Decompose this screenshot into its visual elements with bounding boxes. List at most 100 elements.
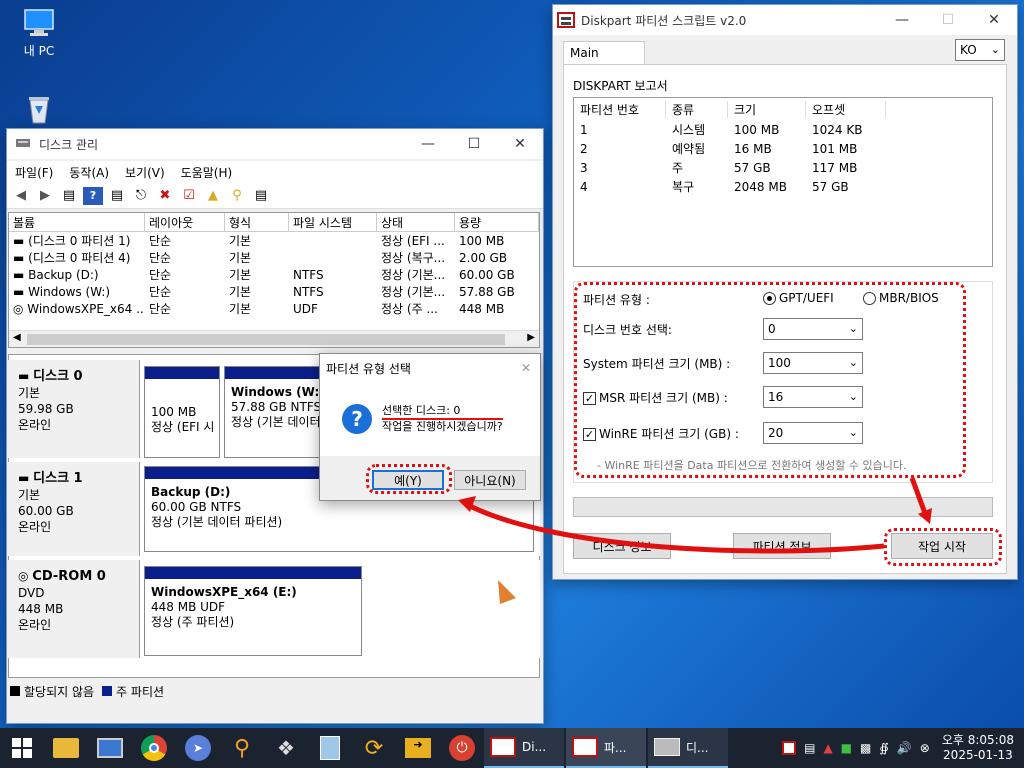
menu-file[interactable]: 파일(F) bbox=[7, 164, 61, 181]
disk-size: 59.98 GB bbox=[18, 402, 74, 416]
clock-date: 2025-01-13 bbox=[943, 748, 1013, 762]
usb-icon[interactable]: ∯ bbox=[879, 741, 888, 755]
up-folder-icon[interactable]: ▲ bbox=[203, 187, 223, 205]
connect-icon[interactable]: ⎋ bbox=[131, 187, 151, 205]
diskpart-tray-icon[interactable] bbox=[782, 741, 797, 755]
sync-app-button[interactable]: ⟳ bbox=[352, 728, 396, 768]
console-tree-icon[interactable]: ▤ bbox=[59, 187, 79, 205]
file-explorer-button[interactable] bbox=[44, 728, 88, 768]
volume-size: 100 MB bbox=[459, 233, 505, 248]
taskbar-task-partition[interactable]: 파... bbox=[566, 728, 646, 768]
chrome-button[interactable] bbox=[132, 728, 176, 768]
maximize-button[interactable]: ☐ bbox=[451, 129, 497, 159]
clock-time: 오후 8:05:08 bbox=[941, 733, 1014, 747]
legend-swatch-unallocated bbox=[10, 686, 20, 696]
task-label: 파... bbox=[604, 740, 627, 755]
disk-1-label[interactable]: ▬ 디스크 1 기본 60.00 GB 온라인 bbox=[8, 462, 140, 556]
column-header-status[interactable]: 상태 bbox=[377, 213, 455, 231]
column-header-type[interactable]: 형식 bbox=[225, 213, 289, 231]
scrollbar-thumb[interactable] bbox=[27, 334, 505, 345]
no-button[interactable]: 아니요(N) bbox=[454, 470, 526, 490]
volume-name: Windows (W:) bbox=[28, 284, 111, 299]
diskpart-title-bar[interactable]: Diskpart 파티션 스크립트 v2.0 — ☐ ✕ bbox=[553, 5, 1017, 35]
column-header-layout[interactable]: 레이아웃 bbox=[145, 213, 225, 231]
table-row[interactable]: 3 주 57 GB 117 MB bbox=[574, 158, 992, 177]
column-header-kind[interactable]: 종류 bbox=[666, 100, 728, 118]
column-header-volume[interactable]: 볼륨 bbox=[9, 213, 145, 231]
desktop-icon-this-pc[interactable]: 내 PC bbox=[4, 8, 74, 59]
minimize-button[interactable]: — bbox=[405, 129, 451, 159]
partition-info-button[interactable]: 파티션 정보 bbox=[733, 533, 831, 559]
table-row[interactable]: 1 시스템 100 MB 1024 KB bbox=[574, 120, 992, 139]
column-header-partition-number[interactable]: 파티션 번호 bbox=[574, 100, 666, 118]
clock[interactable]: 오후 8:05:08 2025-01-13 bbox=[942, 733, 1014, 763]
minimize-button[interactable]: — bbox=[879, 5, 925, 35]
column-header-offset[interactable]: 오프셋 bbox=[806, 100, 886, 118]
rocket-app-button[interactable]: ➤ bbox=[176, 728, 220, 768]
column-header-filesystem[interactable]: 파일 시스템 bbox=[289, 213, 377, 231]
partition-windows[interactable]: Windows (W:) 57.88 GB NTFS 정상 (기본 데이터 bbox=[224, 366, 324, 458]
dialog-title-bar[interactable]: 파티션 유형 선택 ✕ bbox=[320, 354, 540, 382]
start-button[interactable] bbox=[0, 728, 44, 768]
delete-icon[interactable]: ✖ bbox=[155, 187, 175, 205]
desktop-icon-recycle-bin[interactable] bbox=[4, 94, 74, 128]
table-row[interactable]: ▬ Backup (D:) 단순 기본 NTFS 정상 (기본... 60.00… bbox=[9, 266, 539, 283]
part-kind: 예약됨 bbox=[672, 142, 706, 156]
horizontal-scrollbar[interactable]: ◀ ▶ bbox=[9, 330, 539, 347]
taskbar-task-diskpart[interactable]: Di... bbox=[484, 728, 564, 768]
maximize-button[interactable]: ☐ bbox=[925, 5, 971, 35]
system-app-button[interactable] bbox=[88, 728, 132, 768]
menu-action[interactable]: 동작(A) bbox=[61, 164, 117, 181]
language-select[interactable]: KO ⌄ bbox=[955, 39, 1005, 61]
folder-icon bbox=[53, 738, 79, 758]
column-header-size[interactable]: 크기 bbox=[728, 100, 806, 118]
properties-icon[interactable]: ▤ bbox=[107, 187, 127, 205]
display-tray-icon[interactable]: ▩ bbox=[860, 741, 871, 755]
search-icon[interactable]: ⚲ bbox=[227, 187, 247, 205]
scroll-left-icon[interactable]: ◀ bbox=[13, 332, 21, 343]
task-label: Di... bbox=[522, 740, 547, 754]
table-row[interactable]: ▬ (디스크 0 파티션 1) 단순 기본 정상 (EFI ... 100 MB bbox=[9, 232, 539, 249]
network-icon[interactable]: ▤ bbox=[804, 741, 815, 755]
check-icon[interactable]: ☑ bbox=[179, 187, 199, 205]
table-row[interactable]: 4 복구 2048 MB 57 GB bbox=[574, 177, 992, 196]
volume-icon[interactable]: 🔊 bbox=[897, 741, 912, 755]
menu-help[interactable]: 도움말(H) bbox=[173, 164, 241, 181]
color-tray-icon[interactable]: ■ bbox=[841, 741, 852, 755]
cdrom-0-label[interactable]: ◎ CD-ROM 0 DVD 448 MB 온라인 bbox=[8, 560, 140, 658]
tab-main[interactable]: Main bbox=[563, 41, 645, 65]
power-button[interactable]: ⏻ bbox=[440, 728, 484, 768]
table-row[interactable]: 2 예약됨 16 MB 101 MB bbox=[574, 139, 992, 158]
title-bar[interactable]: 디스크 관리 — ☐ ✕ bbox=[7, 129, 543, 159]
dialog-close-button[interactable]: ✕ bbox=[512, 361, 540, 375]
forward-arrow-icon[interactable]: ▶ bbox=[35, 187, 55, 205]
tools-app-button[interactable]: ❖ bbox=[264, 728, 308, 768]
taskbar-task-disk-management[interactable]: 디... bbox=[648, 728, 728, 768]
help-icon[interactable]: ? bbox=[83, 186, 103, 205]
disk-info-button[interactable]: 디스크 정보 bbox=[573, 533, 671, 559]
notepad-app-button[interactable] bbox=[308, 728, 352, 768]
volume-status: 정상 (주 ... bbox=[381, 302, 438, 316]
column-header-capacity[interactable]: 용량 bbox=[455, 213, 539, 231]
volume-list: 볼륨 레이아웃 형식 파일 시스템 상태 용량 ▬ (디스크 0 파티션 1) … bbox=[8, 212, 540, 348]
volume-type: 기본 bbox=[229, 268, 252, 282]
folder-app-button[interactable]: ➜ bbox=[396, 728, 440, 768]
menu-view[interactable]: 보기(V) bbox=[117, 164, 173, 181]
chart-tray-icon[interactable]: ▲ bbox=[823, 741, 832, 755]
language-value: KO bbox=[960, 43, 977, 57]
partition-cd[interactable]: WindowsXPE_x64 (E:) 448 MB UDF 정상 (주 파티션… bbox=[144, 566, 362, 656]
scroll-right-icon[interactable]: ▶ bbox=[527, 332, 535, 343]
back-arrow-icon[interactable]: ◀ bbox=[11, 187, 31, 205]
table-row[interactable]: ▬ (디스크 0 파티션 4) 단순 기본 정상 (복구... 2.00 GB bbox=[9, 249, 539, 266]
list-view-icon[interactable]: ▤ bbox=[251, 187, 271, 205]
table-row[interactable]: ◎ WindowsXPE_x64 ... 단순 기본 UDF 정상 (주 ...… bbox=[9, 300, 539, 317]
partition-d0p1[interactable]: 100 MB 정상 (EFI 시 bbox=[144, 366, 220, 458]
close-button[interactable]: ✕ bbox=[971, 5, 1017, 35]
close-button[interactable]: ✕ bbox=[497, 129, 543, 159]
table-row[interactable]: ▬ Windows (W:) 단순 기본 NTFS 정상 (기본... 57.8… bbox=[9, 283, 539, 300]
close-circle-icon[interactable]: ⊗ bbox=[920, 741, 930, 755]
disk-0-label[interactable]: ▬ 디스크 0 기본 59.98 GB 온라인 bbox=[8, 360, 140, 458]
disk-name: 디스크 0 bbox=[33, 369, 83, 384]
partition-size: 60.00 GB NTFS bbox=[151, 500, 242, 514]
search-app-button[interactable]: ⚲ bbox=[220, 728, 264, 768]
